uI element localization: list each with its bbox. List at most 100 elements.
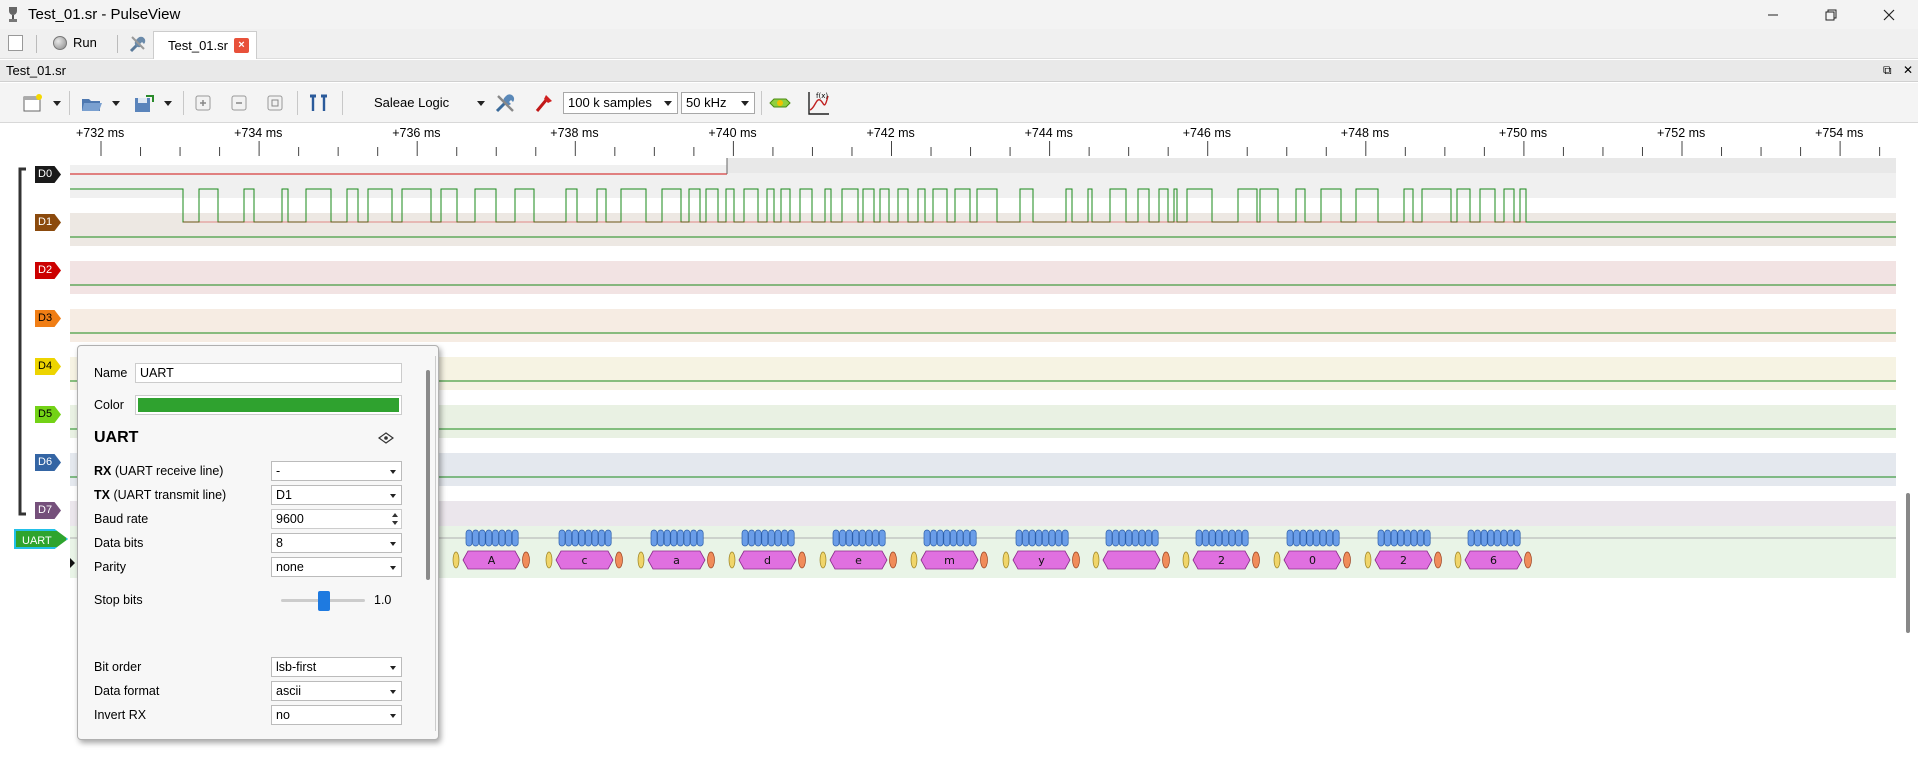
bit-annotation xyxy=(505,529,512,547)
new-session-icon[interactable] xyxy=(8,35,23,51)
tx-channel-select[interactable]: D1 xyxy=(271,485,402,505)
show-hide-eye-icon[interactable] xyxy=(378,432,394,444)
math-signal-icon[interactable]: f(x) xyxy=(806,90,830,116)
zoom-in-icon[interactable] xyxy=(193,92,213,114)
tab-label: Test_01.sr xyxy=(168,38,228,53)
databits-label: Data bits xyxy=(94,536,144,550)
float-dock-icon[interactable]: ⧉ xyxy=(1883,63,1892,78)
bit-annotation xyxy=(859,529,866,547)
sample-count-select[interactable]: 100 k samples xyxy=(563,92,678,114)
tab-test01[interactable]: Test_01.sr × xyxy=(153,31,257,59)
bit-annotation xyxy=(1319,529,1327,547)
bit-annotation xyxy=(943,529,951,547)
bit-annotation xyxy=(585,529,592,547)
data-byte-char: a xyxy=(673,554,680,567)
restore-icon xyxy=(1825,9,1837,20)
open-file-icon[interactable] xyxy=(80,92,104,114)
run-status-icon xyxy=(53,35,67,50)
chevron-down-icon[interactable] xyxy=(112,101,120,106)
data-byte-char: m xyxy=(944,554,955,567)
bit-annotation xyxy=(472,529,479,547)
decoder-name-input[interactable]: UART xyxy=(135,363,402,383)
popup-scrollbar[interactable] xyxy=(426,370,430,580)
zoom-fit-icon[interactable] xyxy=(265,92,285,114)
chevron-down-icon[interactable] xyxy=(477,101,485,106)
bitorder-label: Bit order xyxy=(94,660,142,674)
data-format-select[interactable]: ascii xyxy=(271,681,402,701)
bit-annotation xyxy=(1306,529,1314,547)
bit-annotation xyxy=(761,529,769,547)
add-decoder-icon[interactable] xyxy=(768,92,792,114)
probe-config-icon[interactable] xyxy=(533,92,555,114)
bit-order-select[interactable]: lsb-first xyxy=(271,657,402,677)
rx-channel-select[interactable]: - xyxy=(271,461,402,481)
bit-annotation xyxy=(832,529,840,547)
bit-annotation xyxy=(1494,529,1501,547)
zoom-out-icon[interactable] xyxy=(229,92,249,114)
spin-arrows-icon[interactable] xyxy=(390,511,400,527)
stop-bit-annotation xyxy=(1343,551,1351,569)
bit-annotation xyxy=(1132,529,1139,547)
data-bits-select[interactable]: 8 xyxy=(271,533,402,553)
channel-row-bg xyxy=(70,261,1896,294)
restore-button[interactable] xyxy=(1802,0,1860,29)
minimize-icon xyxy=(1768,14,1778,15)
start-bit-annotation xyxy=(1182,551,1190,569)
close-dock-icon[interactable]: ✕ xyxy=(1903,63,1913,77)
start-bit-annotation xyxy=(728,551,736,569)
close-window-button[interactable] xyxy=(1860,0,1918,29)
stop-bit-annotation xyxy=(889,551,897,569)
bit-annotation xyxy=(748,529,755,547)
stopbits-label: Stop bits xyxy=(94,593,143,607)
stop-bit-annotation xyxy=(1162,551,1170,569)
bit-annotation xyxy=(677,529,684,547)
decoder-color-button[interactable] xyxy=(135,395,402,415)
bit-annotation xyxy=(1195,529,1203,547)
save-file-icon[interactable] xyxy=(132,92,156,114)
bit-annotation xyxy=(1313,529,1320,547)
run-button[interactable]: Run xyxy=(53,35,97,50)
separator xyxy=(36,35,37,53)
data-byte-char: 2 xyxy=(1400,554,1407,567)
bit-annotation xyxy=(663,529,671,547)
new-view-icon[interactable] xyxy=(22,92,44,114)
bit-annotation xyxy=(1487,529,1495,547)
chevron-down-icon[interactable] xyxy=(53,101,61,106)
bit-annotation xyxy=(956,529,964,547)
run-label: Run xyxy=(73,35,97,50)
popup-scroll-track xyxy=(435,356,436,731)
pulseview-app-icon xyxy=(9,7,17,22)
parity-label: Parity xyxy=(94,560,126,574)
bit-annotation xyxy=(1055,529,1062,547)
stop-bit-annotation xyxy=(707,551,715,569)
stop-bits-slider-handle[interactable] xyxy=(318,591,330,611)
data-byte-char: 0 xyxy=(1309,554,1316,567)
invert-rx-select[interactable]: no xyxy=(271,705,402,725)
bit-annotation xyxy=(787,529,795,547)
minimize-button[interactable] xyxy=(1744,0,1802,29)
device-config-icon[interactable] xyxy=(494,92,518,114)
cursor-pair-icon[interactable] xyxy=(308,92,330,114)
settings-tools-icon[interactable] xyxy=(128,34,148,54)
bit-annotation xyxy=(670,529,678,547)
chevron-down-icon[interactable] xyxy=(164,101,172,106)
bit-annotation xyxy=(852,529,860,547)
ruler-label: +732 ms xyxy=(76,126,125,140)
baud-rate-spinbox[interactable]: 9600 xyxy=(271,509,402,529)
bit-annotation xyxy=(1042,529,1049,547)
parity-select[interactable]: none xyxy=(271,557,402,577)
bit-annotation xyxy=(1105,529,1113,547)
sample-rate-select[interactable]: 50 kHz xyxy=(681,92,755,114)
bit-annotation xyxy=(1377,529,1385,547)
ruler-label: +754 ms xyxy=(1815,126,1864,140)
bit-annotation xyxy=(741,529,749,547)
bit-annotation xyxy=(1293,529,1300,547)
data-byte-char: 6 xyxy=(1490,554,1497,567)
time-ruler[interactable]: +732 ms +734 ms +736 ms +738 ms +740 ms +742 … xyxy=(0,124,1918,158)
close-tab-icon[interactable]: × xyxy=(233,38,249,53)
data-byte-char: e xyxy=(855,554,862,567)
sample-rate-value: 50 kHz xyxy=(686,95,727,110)
invert-label: Invert RX xyxy=(94,708,147,722)
device-selector[interactable]: Saleae Logic xyxy=(374,95,449,117)
channel-row-bg xyxy=(70,213,1896,246)
